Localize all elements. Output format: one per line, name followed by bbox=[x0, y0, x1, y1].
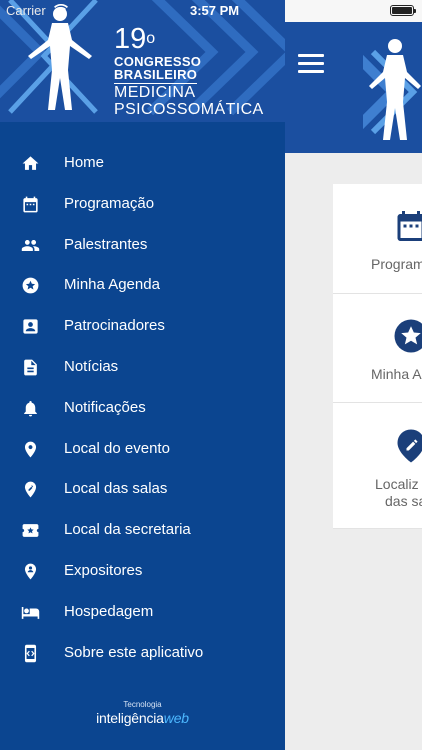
map-pin-icon bbox=[24, 441, 37, 457]
menu-item-label: Programação bbox=[64, 194, 155, 212]
menu-item-label: Sobre este aplicativo bbox=[64, 643, 204, 661]
banner-line-medicina: MEDICINA bbox=[114, 84, 196, 101]
menu-item-label: Home bbox=[64, 154, 105, 171]
footer-caption: Tecnologia bbox=[123, 700, 162, 709]
menu-item-label: Patrocinadores bbox=[64, 317, 165, 335]
main-screen: Programa Minha Ag Localiz das sa bbox=[285, 0, 422, 750]
banner-line-psicossomatica: PSICOSSOMÁTICA bbox=[114, 101, 264, 118]
contact-badge-icon bbox=[23, 319, 38, 334]
status-bar: Carrier 3:57 PM bbox=[0, 0, 422, 20]
pin-person-icon bbox=[24, 563, 37, 580]
menu-item-expositores[interactable]: Expositores bbox=[0, 551, 285, 592]
menu-item-label: Notificações bbox=[64, 398, 146, 416]
card-minha-agenda-label: Minha Ag bbox=[371, 366, 422, 382]
people-icon bbox=[21, 239, 40, 251]
document-icon bbox=[24, 359, 37, 376]
developer-logo[interactable]: inteligênciaweb bbox=[96, 710, 189, 726]
calendar-icon bbox=[397, 211, 422, 241]
battery-icon bbox=[390, 5, 416, 16]
card-localizacao-label-2: das sa bbox=[385, 493, 422, 509]
menu-item-label: Expositores bbox=[64, 561, 143, 579]
menu-item-label: Hospedagem bbox=[64, 602, 154, 620]
menu-item-hospedagem[interactable]: Hospedagem bbox=[0, 592, 285, 633]
pin-edit-icon bbox=[24, 481, 37, 498]
banner-edition-number: 19o bbox=[114, 23, 156, 55]
card-localizacao-salas[interactable]: Localiz das sa bbox=[333, 403, 422, 529]
card-programacao[interactable]: Programa bbox=[333, 184, 422, 294]
card-programacao-label: Programa bbox=[371, 256, 422, 272]
carrier-label: Carrier bbox=[6, 3, 46, 18]
card-localizacao-label: Localiz bbox=[375, 476, 419, 492]
menu-item-programacao[interactable]: Programação bbox=[0, 184, 285, 225]
navigation-drawer: 19o CONGRESSO BRASILEIRO MEDICINA PSICOS… bbox=[0, 0, 285, 750]
banner-line-brasileiro: BRASILEIRO bbox=[114, 67, 198, 84]
menu-item-sobre[interactable]: Sobre este aplicativo bbox=[0, 633, 285, 674]
menu-hamburger-icon[interactable] bbox=[298, 54, 324, 74]
developer-logo-main: inteligência bbox=[96, 710, 164, 726]
developer-footer: Tecnologia inteligênciaweb bbox=[0, 700, 285, 728]
developer-logo-accent: web bbox=[163, 710, 189, 726]
star-circle-icon bbox=[394, 319, 422, 353]
main-header bbox=[285, 22, 422, 153]
device-code-icon bbox=[24, 644, 37, 662]
menu-item-notificacoes[interactable]: Notificações bbox=[0, 388, 285, 429]
home-icon bbox=[22, 156, 39, 170]
wifi-icon bbox=[54, 4, 68, 15]
congress-logo-figure-icon bbox=[363, 39, 421, 140]
menu-item-local-evento[interactable]: Local do evento bbox=[0, 429, 285, 470]
banner-edition-ordinal: o bbox=[146, 30, 156, 47]
pin-edit-icon bbox=[397, 429, 422, 463]
star-circle-icon bbox=[22, 277, 39, 294]
menu-item-label: Local do evento bbox=[64, 439, 170, 457]
clock: 3:57 PM bbox=[190, 3, 240, 18]
menu-item-local-secretaria[interactable]: Local da secretaria bbox=[0, 510, 285, 551]
card-minha-agenda[interactable]: Minha Ag bbox=[333, 294, 422, 403]
ticket-star-icon bbox=[22, 524, 39, 538]
menu-item-label: Minha Agenda bbox=[64, 276, 160, 294]
menu-item-label: Notícias bbox=[64, 357, 119, 375]
menu-item-label: Local da secretaria bbox=[64, 521, 191, 539]
hotel-bed-icon bbox=[21, 606, 40, 619]
drawer-menu: Home Programação Palestrantes Minha Agen… bbox=[0, 143, 285, 673]
menu-item-noticias[interactable]: Notícias bbox=[0, 347, 285, 388]
menu-item-label: Local das salas bbox=[64, 480, 168, 498]
menu-item-label: Palestrantes bbox=[64, 235, 148, 253]
calendar-icon bbox=[23, 196, 38, 213]
menu-item-palestrantes[interactable]: Palestrantes bbox=[0, 225, 285, 266]
bell-icon bbox=[24, 400, 37, 417]
menu-item-local-salas[interactable]: Local das salas bbox=[0, 469, 285, 510]
menu-item-patrocinadores[interactable]: Patrocinadores bbox=[0, 306, 285, 347]
menu-item-home[interactable]: Home bbox=[0, 143, 285, 184]
menu-item-minha-agenda[interactable]: Minha Agenda bbox=[0, 265, 285, 306]
